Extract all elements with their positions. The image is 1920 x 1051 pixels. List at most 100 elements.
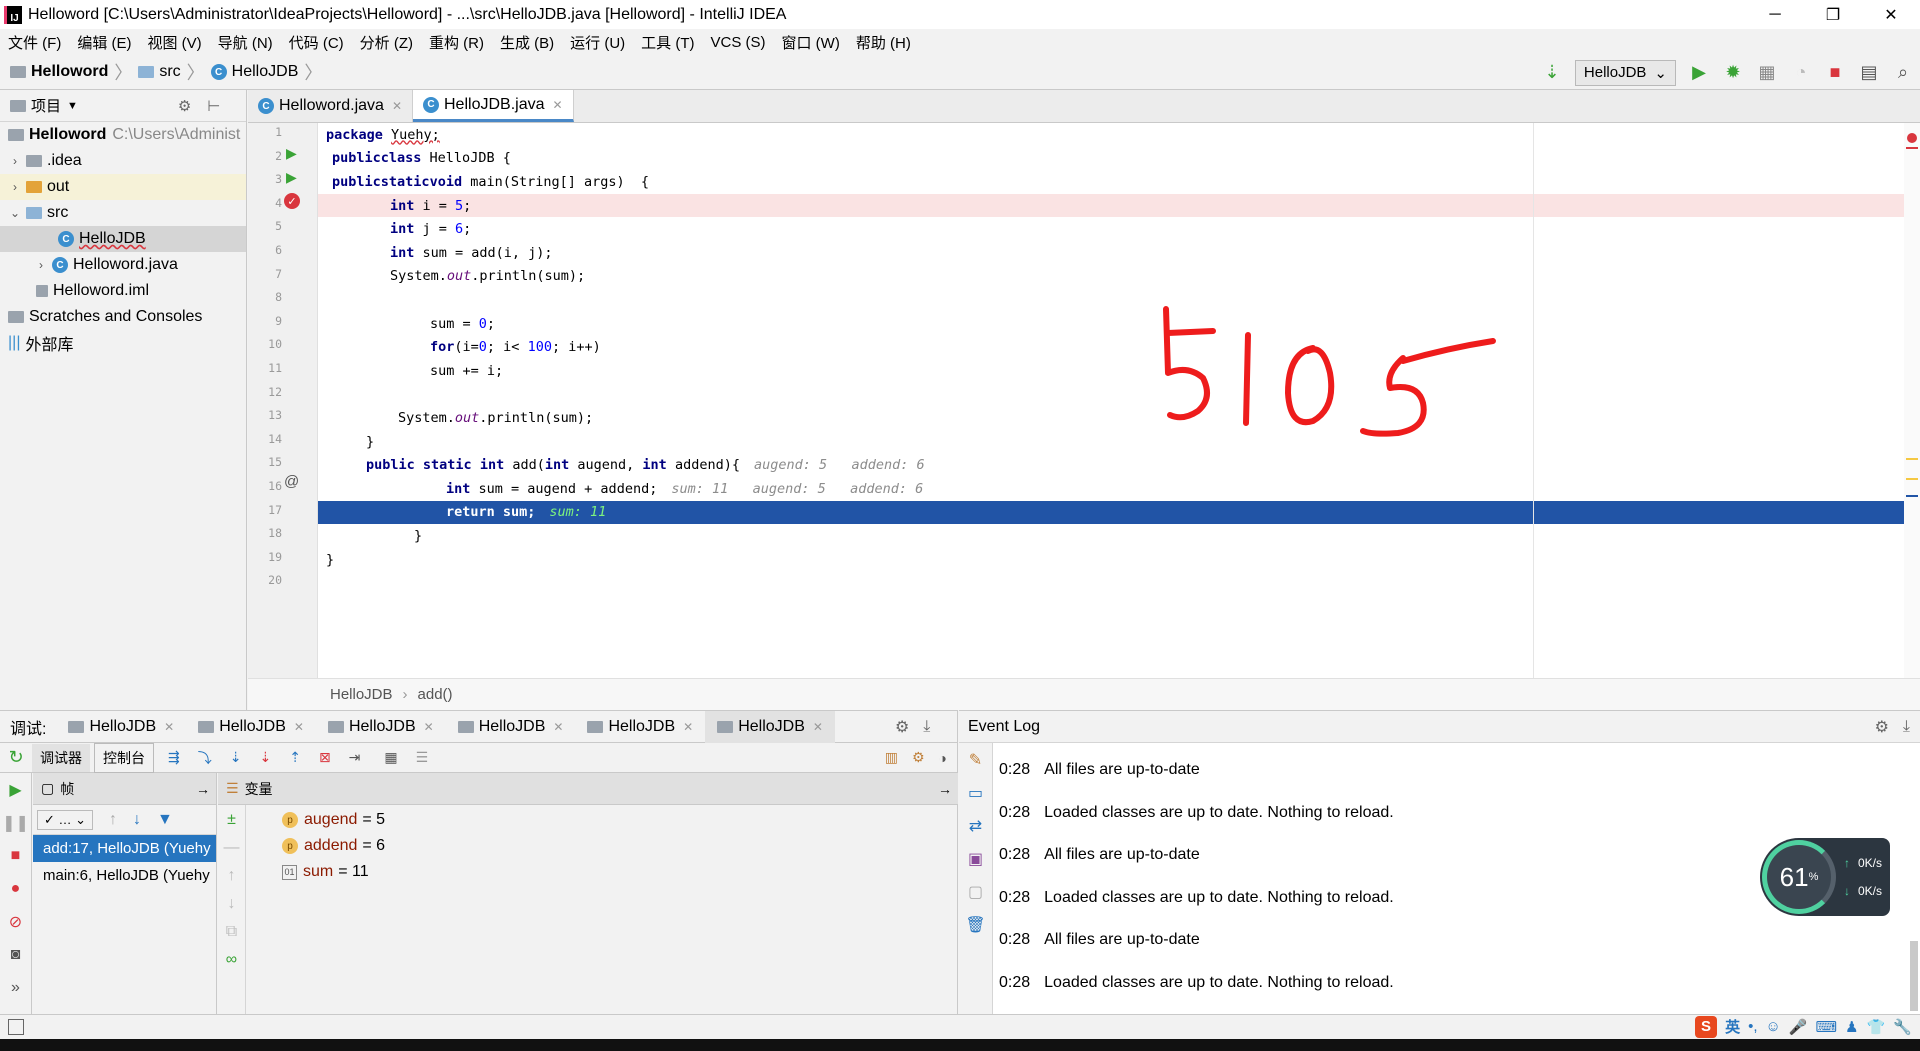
speech-bubble-icon[interactable]: ▭ (959, 776, 992, 809)
close-icon[interactable]: ✕ (294, 720, 304, 734)
execution-stripe[interactable] (1906, 495, 1918, 497)
search-icon[interactable]: ⌕ (1886, 62, 1920, 83)
close-icon[interactable]: ✕ (424, 720, 434, 734)
trace-icon[interactable]: ☰ (416, 749, 429, 766)
build-icon[interactable]: ⇣ (1535, 62, 1569, 83)
tree-item-idea[interactable]: › .idea (0, 148, 246, 174)
copy-icon[interactable]: ⧉ (218, 913, 245, 941)
menu-edit[interactable]: 编辑 (E) (77, 32, 131, 53)
menu-analyze[interactable]: 分析 (Z) (360, 32, 413, 53)
step-out-icon[interactable]: ⇡ (289, 749, 301, 766)
expand-icon[interactable]: » (0, 971, 31, 1004)
tree-item-helloword[interactable]: Helloword C:\Users\Administ (0, 122, 246, 148)
menu-window[interactable]: 窗口 (W) (782, 32, 840, 53)
hide-panel-icon[interactable]: ⤓ (923, 718, 930, 736)
step-over-icon[interactable]: ⤵ (198, 748, 212, 768)
tree-item-helloword-java[interactable]: › C Helloword.java (0, 252, 246, 278)
menu-tools[interactable]: 工具 (T) (641, 32, 694, 53)
tab-helloword-java[interactable]: C Helloword.java ✕ (248, 90, 413, 122)
event-log-scrollbar[interactable] (1910, 941, 1918, 1011)
chevron-right-icon[interactable]: › (34, 258, 48, 272)
settings-icon[interactable]: ✎ (959, 743, 992, 776)
editor-breadcrumb-method[interactable]: add() (418, 686, 453, 703)
menu-view[interactable]: 视图 (V) (148, 32, 202, 53)
ime-language[interactable]: 英 (1725, 1016, 1740, 1037)
breakpoint-icon[interactable]: ✓ (284, 193, 300, 209)
profile-icon[interactable]: ◔ (1784, 62, 1818, 83)
stop-icon[interactable]: ■ (1818, 62, 1852, 83)
close-icon[interactable]: ✕ (552, 98, 562, 112)
menu-file[interactable]: 文件 (F) (8, 32, 61, 53)
pause-icon[interactable]: ❚❚ (0, 806, 31, 839)
arrow-down-icon[interactable]: ↓ (218, 885, 245, 913)
emoji-icon[interactable]: ☺ (1766, 1018, 1781, 1035)
gear-icon[interactable]: ⚙ (895, 717, 909, 737)
arrow-down-icon[interactable]: ↓ (133, 811, 141, 829)
restore-layout-icon[interactable]: ▥ (885, 749, 898, 766)
close-icon[interactable]: ✕ (164, 720, 174, 734)
hide-panel-icon[interactable]: ⊢ (207, 97, 220, 115)
keyboard-icon[interactable]: ⌨ (1816, 1018, 1838, 1036)
tree-item-external-libraries[interactable]: ||| 外部库 (0, 330, 246, 356)
chevron-right-icon[interactable]: › (8, 180, 22, 194)
tab-console[interactable]: 控制台 (94, 742, 154, 773)
thread-select[interactable]: ✓ … ⌄ (37, 809, 94, 830)
run-to-cursor-icon[interactable]: ⇥ (349, 749, 361, 766)
scroll-to-end-icon[interactable]: ▣ (959, 842, 992, 875)
close-icon[interactable]: ✕ (392, 99, 402, 113)
menu-refactor[interactable]: 重构 (R) (429, 32, 484, 53)
tab-debugger[interactable]: 调试器 (32, 743, 90, 772)
tab-hellojdb-java[interactable]: C HelloJDB.java ✕ (413, 90, 574, 122)
coverage-icon[interactable]: ▦ (1750, 62, 1784, 83)
menu-run[interactable]: 运行 (U) (570, 32, 625, 53)
breadcrumb-project[interactable]: Helloword 〉 (10, 59, 132, 85)
run-configuration-select[interactable]: HelloJDB ⌄ (1574, 59, 1676, 86)
code-editor[interactable]: package Yuehy; public class HelloJDB { p… (318, 123, 1920, 678)
debug-session-tab[interactable]: HelloJDB ✕ (186, 711, 316, 743)
menu-build[interactable]: 生成 (B) (500, 32, 554, 53)
tree-item-out[interactable]: › out (0, 174, 246, 200)
run-gutter-icon[interactable]: ▶ (286, 145, 297, 162)
stop-icon[interactable]: ■ (0, 839, 31, 872)
resume-icon[interactable]: ▶ (0, 773, 31, 806)
menu-vcs[interactable]: VCS (S) (711, 34, 766, 51)
arrow-up-icon[interactable]: ↑ (109, 811, 117, 829)
wrench-icon[interactable]: 🔧 (1893, 1018, 1912, 1036)
rerun-icon[interactable]: ↻ (0, 747, 32, 768)
mute-breakpoints-icon[interactable]: ⊘ (0, 905, 31, 938)
editor-gutter[interactable]: 1 2 3 4 5 6 7 8 9 10 11 12 13 14 15 16 1… (248, 123, 318, 678)
debug-icon[interactable]: ✹ (1716, 62, 1750, 83)
debug-session-tab[interactable]: HelloJDB ✕ (316, 711, 446, 743)
menu-navigate[interactable]: 导航 (N) (218, 32, 273, 53)
hide-panel-icon[interactable]: ⤓ (1903, 718, 1910, 736)
warning-stripe[interactable] (1906, 458, 1918, 460)
debug-session-tab[interactable]: HelloJDB ✕ (56, 711, 186, 743)
view-breakpoints-icon[interactable]: ◑ (939, 750, 947, 766)
arrow-up-icon[interactable]: ↑ (218, 857, 245, 885)
new-watch-icon[interactable]: ± (218, 805, 245, 829)
restore-button[interactable]: ❐ (1804, 0, 1862, 29)
chevron-right-icon[interactable]: › (8, 154, 22, 168)
pin-icon[interactable]: → (938, 781, 952, 797)
microphone-icon[interactable]: 🎤 (1789, 1018, 1808, 1036)
skin-icon[interactable]: ♟ (1845, 1018, 1858, 1036)
remove-watch-icon[interactable]: — (218, 829, 245, 857)
camera-icon[interactable]: ◙ (0, 938, 31, 971)
close-window-button[interactable]: ✕ (1862, 0, 1920, 29)
minimize-button[interactable]: ─ (1746, 0, 1804, 29)
project-structure-icon[interactable]: ▤ (1852, 62, 1886, 83)
debug-session-tab-active[interactable]: HelloJDB ✕ (705, 710, 835, 743)
shirt-icon[interactable]: 👕 (1867, 1018, 1886, 1036)
sogou-logo-icon[interactable]: S (1695, 1015, 1718, 1038)
chevron-down-icon[interactable]: ⌄ (8, 206, 22, 220)
variable-row[interactable]: p addend = 6 (218, 833, 958, 859)
tree-item-scratches[interactable]: Scratches and Consoles (0, 304, 246, 330)
tree-item-hellojdb[interactable]: C HelloJDB (0, 226, 246, 252)
tree-item-iml[interactable]: Helloword.iml (0, 278, 246, 304)
evaluate-expression-icon[interactable]: ▦ (384, 749, 397, 766)
show-execution-point-icon[interactable]: ⇶ (168, 749, 180, 766)
run-gutter-icon[interactable]: ▶ (286, 169, 297, 186)
mark-read-icon[interactable]: ▢ (959, 875, 992, 908)
punctuation-icon[interactable]: •, (1748, 1018, 1757, 1035)
gear-icon[interactable]: ⚙ (1875, 717, 1889, 737)
